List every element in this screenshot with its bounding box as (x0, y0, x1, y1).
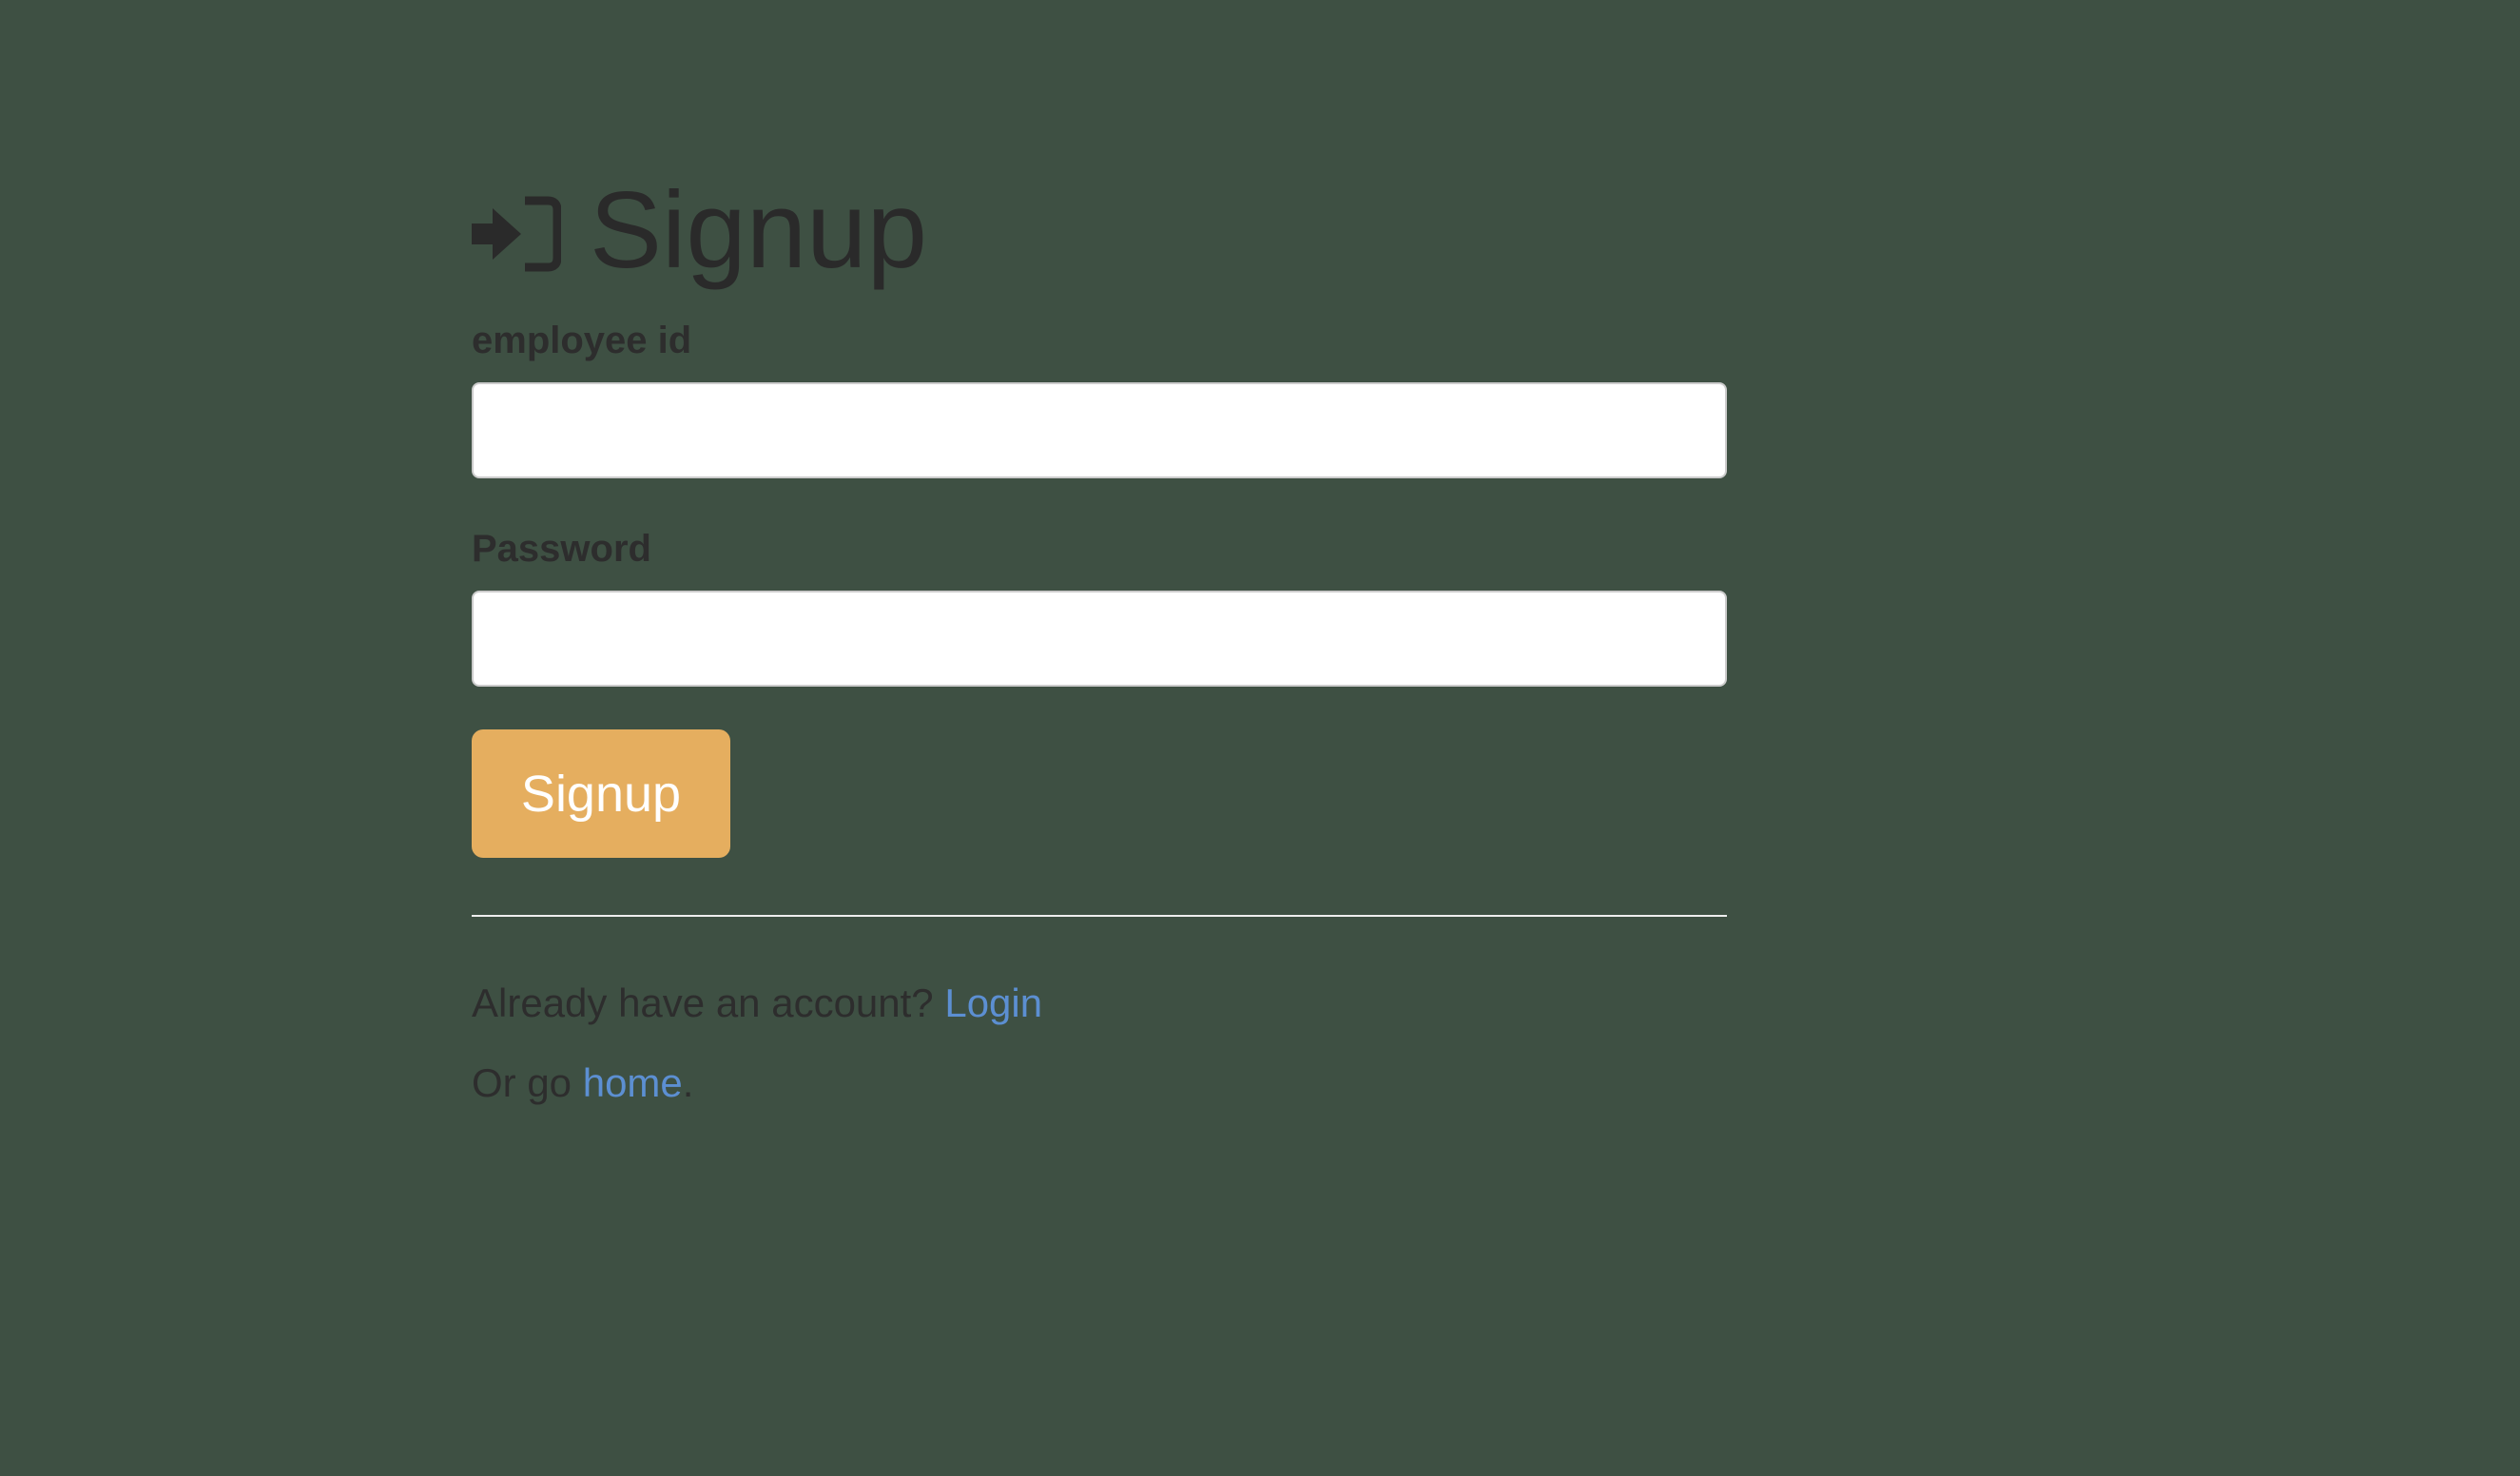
home-suffix-text: . (682, 1060, 694, 1105)
login-prompt-line: Already have an account? Login (472, 983, 1727, 1023)
signup-form-container: Signup employee id Password Signup Alrea… (472, 162, 1727, 1103)
home-prompt-text: Or go (472, 1060, 572, 1105)
login-prompt-text: Already have an account? (472, 981, 934, 1025)
employee-id-label: employee id (472, 320, 692, 361)
employee-id-input[interactable] (472, 382, 1727, 478)
page-title-text: Signup (590, 169, 927, 291)
home-link[interactable]: home (583, 1060, 683, 1105)
home-prompt-line: Or go home. (472, 1063, 1727, 1103)
login-link[interactable]: Login (944, 981, 1042, 1025)
divider (472, 915, 1727, 917)
password-label: Password (472, 528, 651, 570)
page-title: Signup (472, 162, 1727, 300)
signup-button[interactable]: Signup (472, 729, 730, 858)
sign-in-icon (472, 195, 561, 273)
password-input[interactable] (472, 591, 1727, 687)
